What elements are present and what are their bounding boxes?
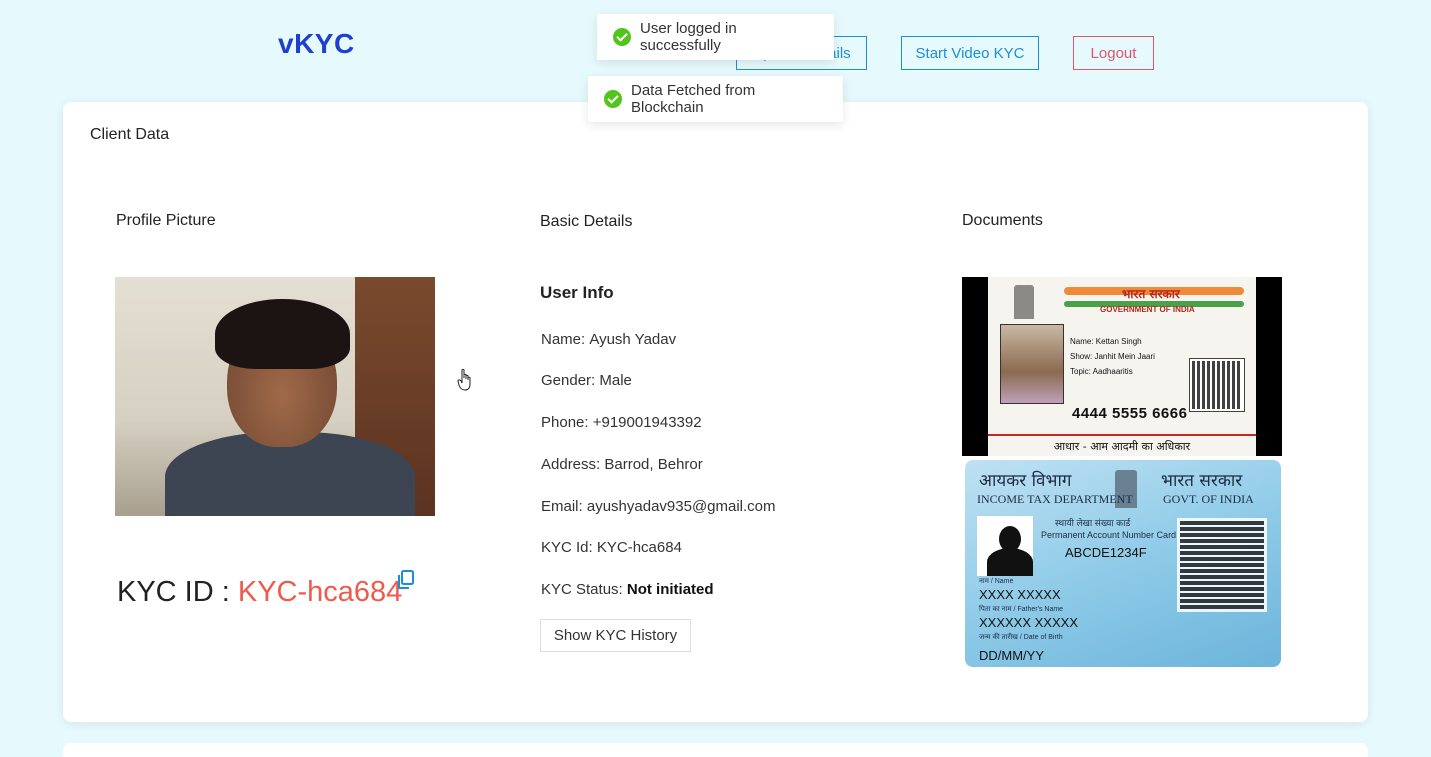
toast-data-fetched: Data Fetched from Blockchain: [588, 76, 843, 122]
kyc-id-value: KYC-hca684: [237, 576, 403, 608]
pan-photo-placeholder: [977, 516, 1033, 576]
kyc-status-value: Not initiated: [626, 581, 714, 598]
info-row-kyc-id: KYC Id: KYC-hca684: [541, 539, 682, 556]
aadhaar-card-image: भारत सरकार GOVERNMENT OF INDIA Name: Ket…: [962, 277, 1282, 456]
toast-message: User logged in successfully: [640, 20, 737, 54]
info-row-address: Address: Barrod, Behror: [541, 456, 703, 473]
start-video-kyc-button[interactable]: Start Video KYC: [901, 36, 1039, 70]
card-title: Client Data: [90, 126, 170, 143]
documents-heading: Documents: [962, 212, 1043, 229]
secondary-card: [63, 743, 1368, 757]
app-brand[interactable]: vKYC: [278, 28, 355, 60]
qr-code-icon: [1189, 358, 1245, 412]
success-check-icon: [613, 28, 631, 46]
qr-code-icon: [1177, 518, 1267, 612]
basic-details-heading: Basic Details: [540, 213, 633, 230]
hand-cursor-icon: [457, 369, 471, 391]
kyc-id-label: KYC ID :: [117, 576, 230, 608]
user-info-title: User Info: [540, 283, 614, 302]
profile-picture-heading: Profile Picture: [116, 212, 216, 229]
info-row-phone: Phone: +919001943392: [541, 414, 702, 431]
client-data-card: Client Data Profile Picture Basic Detail…: [63, 102, 1368, 722]
pan-card-image: आयकर विभाग भारत सरकार INCOME TAX DEPARTM…: [965, 460, 1281, 667]
toast-login-success: User logged in successfully: [597, 14, 834, 60]
kyc-id-display: KYC ID : KYC-hca684: [117, 576, 402, 609]
profile-photo: [115, 277, 435, 516]
show-kyc-history-button[interactable]: Show KYC History: [540, 619, 691, 652]
info-row-email: Email: ayushyadav935@gmail.com: [541, 498, 776, 515]
info-row-kyc-status: KYC Status: Not initiated: [541, 581, 714, 598]
emblem-icon: [1014, 285, 1034, 319]
logout-button[interactable]: Logout: [1073, 36, 1154, 70]
info-row-name: Name: Ayush Yadav: [541, 331, 677, 348]
success-check-icon: [604, 90, 622, 108]
aadhaar-photo: [1000, 324, 1064, 404]
toast-message: Data Fetched from Blockchain: [631, 82, 756, 116]
info-row-gender: Gender: Male: [541, 372, 632, 389]
copy-icon[interactable]: [397, 570, 415, 590]
